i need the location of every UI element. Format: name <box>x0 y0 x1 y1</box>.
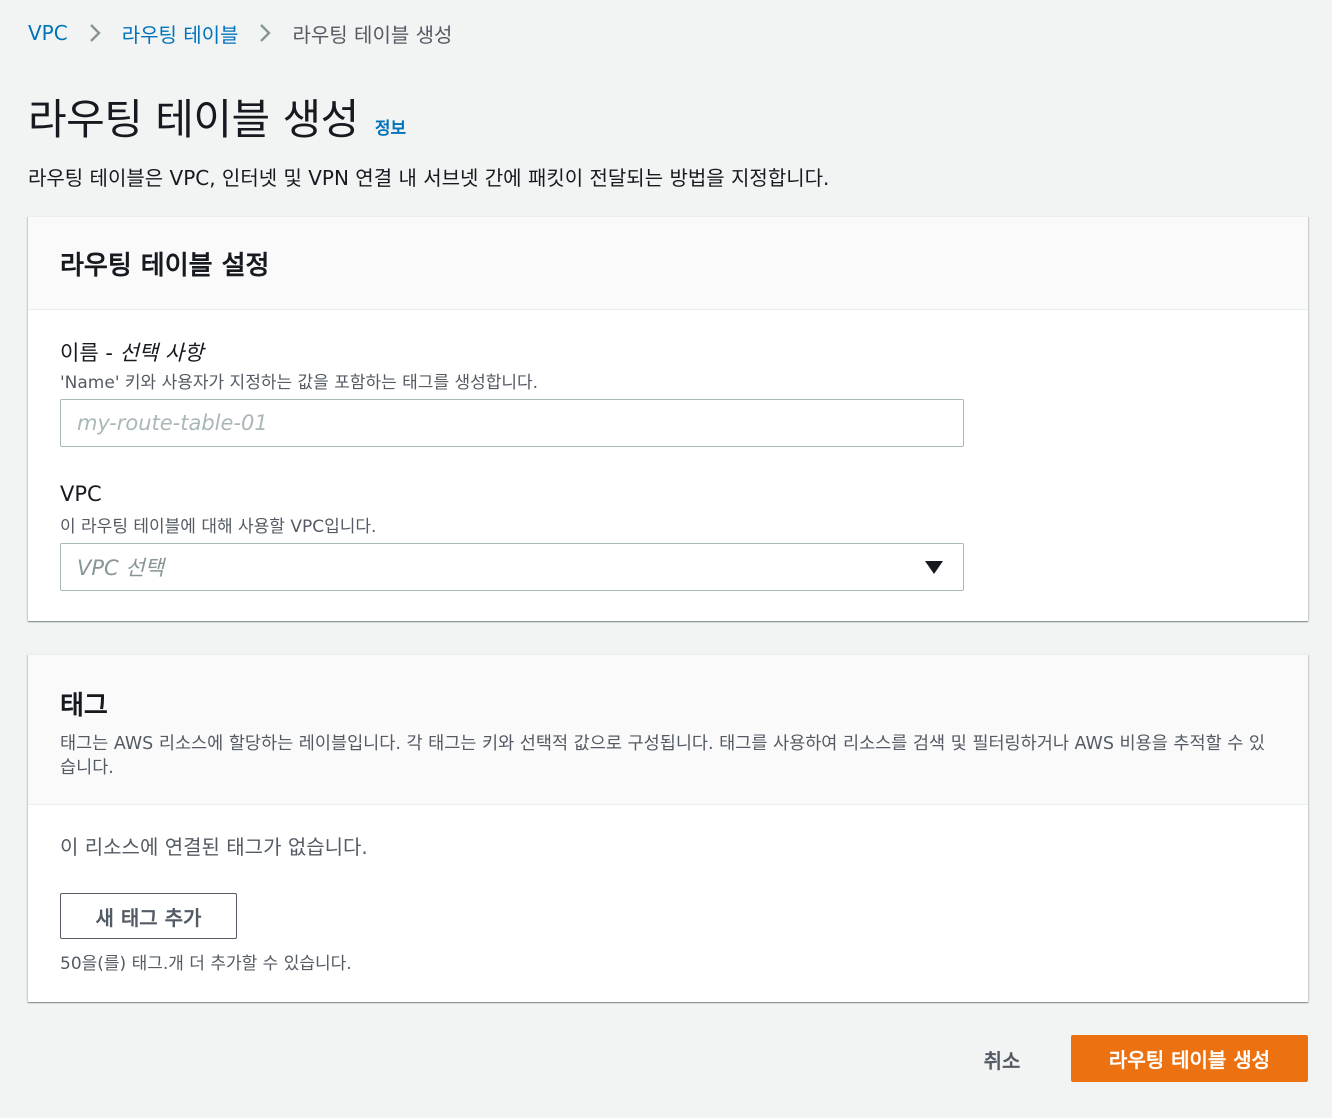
name-field-description: 'Name' 키와 사용자가 지정하는 값을 포함하는 태그를 생성합니다. <box>60 373 539 393</box>
vpc-field-description: 이 라우팅 테이블에 대해 사용할 VPC입니다. <box>60 517 377 537</box>
info-link[interactable]: 정보 <box>375 114 406 139</box>
settings-panel-title: 라우팅 테이블 설정 <box>60 250 270 281</box>
route-table-settings-panel: 라우팅 테이블 설정 이름 - 선택 사항 'Name' 키와 사용자가 지정하… <box>28 216 1308 621</box>
vpc-select-placeholder: VPC 선택 <box>77 556 165 580</box>
title-row: 라우팅 테이블 생성 정보 <box>28 86 406 147</box>
breadcrumb-item-vpc[interactable]: VPC <box>28 21 68 45</box>
name-label-text: 이름 - <box>60 341 120 365</box>
caret-down-icon <box>925 561 943 574</box>
no-tags-message: 이 리소스에 연결된 태그가 없습니다. <box>60 835 368 859</box>
vpc-field-label: VPC <box>60 482 102 506</box>
name-input-wrapper <box>60 399 964 447</box>
chevron-right-icon <box>256 22 274 44</box>
name-label-optional: 선택 사항 <box>119 341 204 365</box>
name-field-label: 이름 - 선택 사항 <box>60 337 204 367</box>
breadcrumb: VPC 라우팅 테이블 라우팅 테이블 생성 <box>28 18 452 48</box>
chevron-right-icon <box>86 22 104 44</box>
breadcrumb-item-current: 라우팅 테이블 생성 <box>292 22 453 47</box>
tags-panel: 태그 태그는 AWS 리소스에 할당하는 레이블입니다. 각 태그는 키와 선택… <box>28 654 1308 1002</box>
vpc-select[interactable]: VPC 선택 <box>60 543 964 591</box>
page-description: 라우팅 테이블은 VPC, 인터넷 및 VPN 연결 내 서브넷 간에 패킷이 … <box>28 166 830 190</box>
add-tag-button[interactable]: 새 태그 추가 <box>60 893 237 939</box>
create-route-table-button[interactable]: 라우팅 테이블 생성 <box>1071 1035 1308 1082</box>
tags-description: 태그는 AWS 리소스에 할당하는 레이블입니다. 각 태그는 키와 선택적 값… <box>60 734 1265 778</box>
cancel-button[interactable]: 취소 <box>964 1036 1040 1082</box>
breadcrumb-item-route-tables[interactable]: 라우팅 테이블 <box>122 19 239 48</box>
tags-panel-header: 태그 태그는 AWS 리소스에 할당하는 레이블입니다. 각 태그는 키와 선택… <box>28 655 1308 805</box>
tags-panel-title: 태그 <box>60 691 108 721</box>
page: VPC 라우팅 테이블 라우팅 테이블 생성 라우팅 테이블 생성 정보 라우팅… <box>0 0 1332 1118</box>
name-input[interactable] <box>77 400 963 446</box>
page-title: 라우팅 테이블 생성 <box>28 95 359 144</box>
tags-limit-text: 50을(를) 태그.개 더 추가할 수 있습니다. <box>60 954 352 974</box>
settings-panel-header: 라우팅 테이블 설정 <box>28 217 1308 310</box>
